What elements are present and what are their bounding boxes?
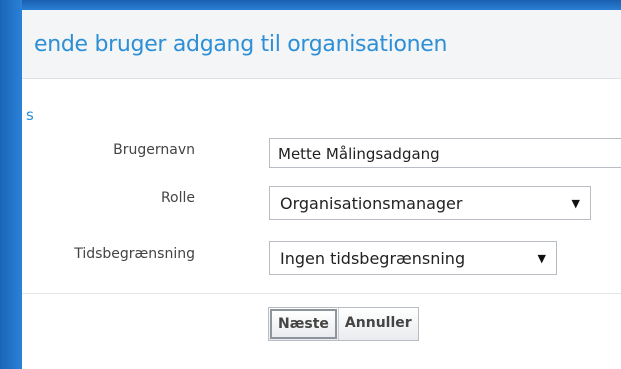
dialog-header: ende bruger adgang til organisationen bbox=[22, 10, 621, 79]
button-group: Næste Annuller bbox=[268, 307, 419, 341]
role-label: Rolle bbox=[160, 190, 195, 206]
caret-down-icon: ▼ bbox=[571, 196, 580, 210]
cancel-button[interactable]: Annuller bbox=[337, 308, 418, 340]
role-select-value: Organisationsmanager bbox=[280, 193, 463, 213]
window-frame-top bbox=[0, 0, 621, 10]
window-frame-left bbox=[0, 0, 22, 369]
next-button[interactable]: Næste bbox=[270, 309, 337, 339]
username-label: Brugernavn bbox=[113, 142, 195, 158]
time-limit-label: Tidsbegrænsning bbox=[74, 246, 195, 262]
caret-down-icon: ▼ bbox=[537, 251, 546, 265]
username-field[interactable]: Mette Målingsadgang bbox=[269, 138, 621, 168]
section-label: s bbox=[26, 106, 34, 124]
time-limit-select-value: Ingen tidsbegrænsning bbox=[280, 248, 466, 268]
dialog-title: ende bruger adgang til organisationen bbox=[34, 32, 448, 57]
role-select[interactable]: Organisationsmanager ▼ bbox=[269, 186, 591, 220]
time-limit-select[interactable]: Ingen tidsbegrænsning ▼ bbox=[269, 241, 557, 275]
dialog-panel: ende bruger adgang til organisationen s … bbox=[22, 10, 621, 369]
divider bbox=[22, 293, 621, 294]
